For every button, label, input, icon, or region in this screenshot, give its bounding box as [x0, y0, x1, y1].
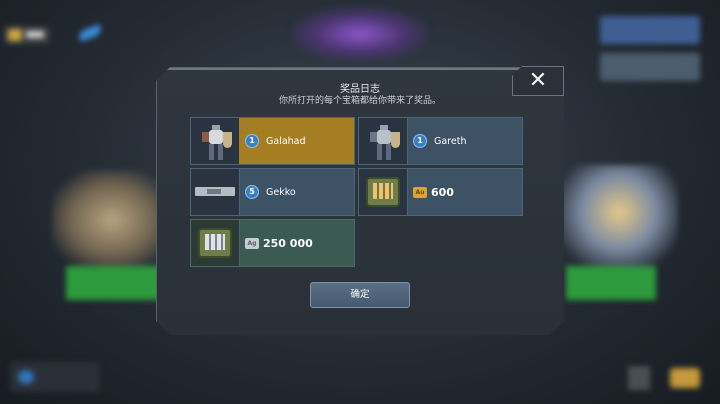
reward-card-gold[interactable]: Au 600 — [358, 168, 523, 216]
gold-crate-icon — [359, 169, 408, 215]
reward-card-gekko[interactable]: 5 Gekko — [190, 168, 355, 216]
gold-balance-chip — [4, 26, 50, 44]
silver-currency-icon: Ag — [245, 237, 259, 249]
background-logo — [290, 6, 430, 62]
count-badge: 1 — [413, 134, 427, 148]
background-crate-left — [52, 170, 172, 270]
reward-card-silver[interactable]: Ag 250 000 — [190, 219, 355, 267]
reward-amount: 250 000 — [263, 236, 313, 250]
background-grey-button — [600, 53, 700, 81]
feather-icon — [77, 24, 103, 42]
reward-name: Galahad — [266, 135, 306, 147]
background-buy-button-left — [66, 266, 162, 300]
count-badge: 1 — [245, 134, 259, 148]
background-buy-button-right — [566, 266, 656, 300]
gareth-robot-icon — [359, 118, 408, 164]
background-bottom-left-bar — [10, 362, 100, 392]
gekko-weapon-icon — [191, 169, 240, 215]
silver-crate-icon — [191, 220, 240, 266]
background-bottom-right-bar — [620, 362, 710, 394]
background-blue-button — [600, 16, 700, 44]
gold-currency-icon: Au — [413, 186, 427, 198]
reward-name: Gekko — [266, 186, 296, 198]
reward-amount: 600 — [431, 185, 454, 199]
reward-name: Gareth — [434, 135, 467, 147]
dialog-subtitle: 你所打开的每个宝箱都给你带来了奖品。 — [278, 96, 441, 106]
reward-card-gareth[interactable]: 1 Gareth — [358, 117, 523, 165]
background-crate-right — [560, 165, 678, 270]
count-badge: 5 — [245, 185, 259, 199]
galahad-robot-icon — [191, 118, 240, 164]
reward-card-galahad[interactable]: 1 Galahad — [190, 117, 355, 165]
confirm-button[interactable]: 确定 — [310, 282, 410, 308]
